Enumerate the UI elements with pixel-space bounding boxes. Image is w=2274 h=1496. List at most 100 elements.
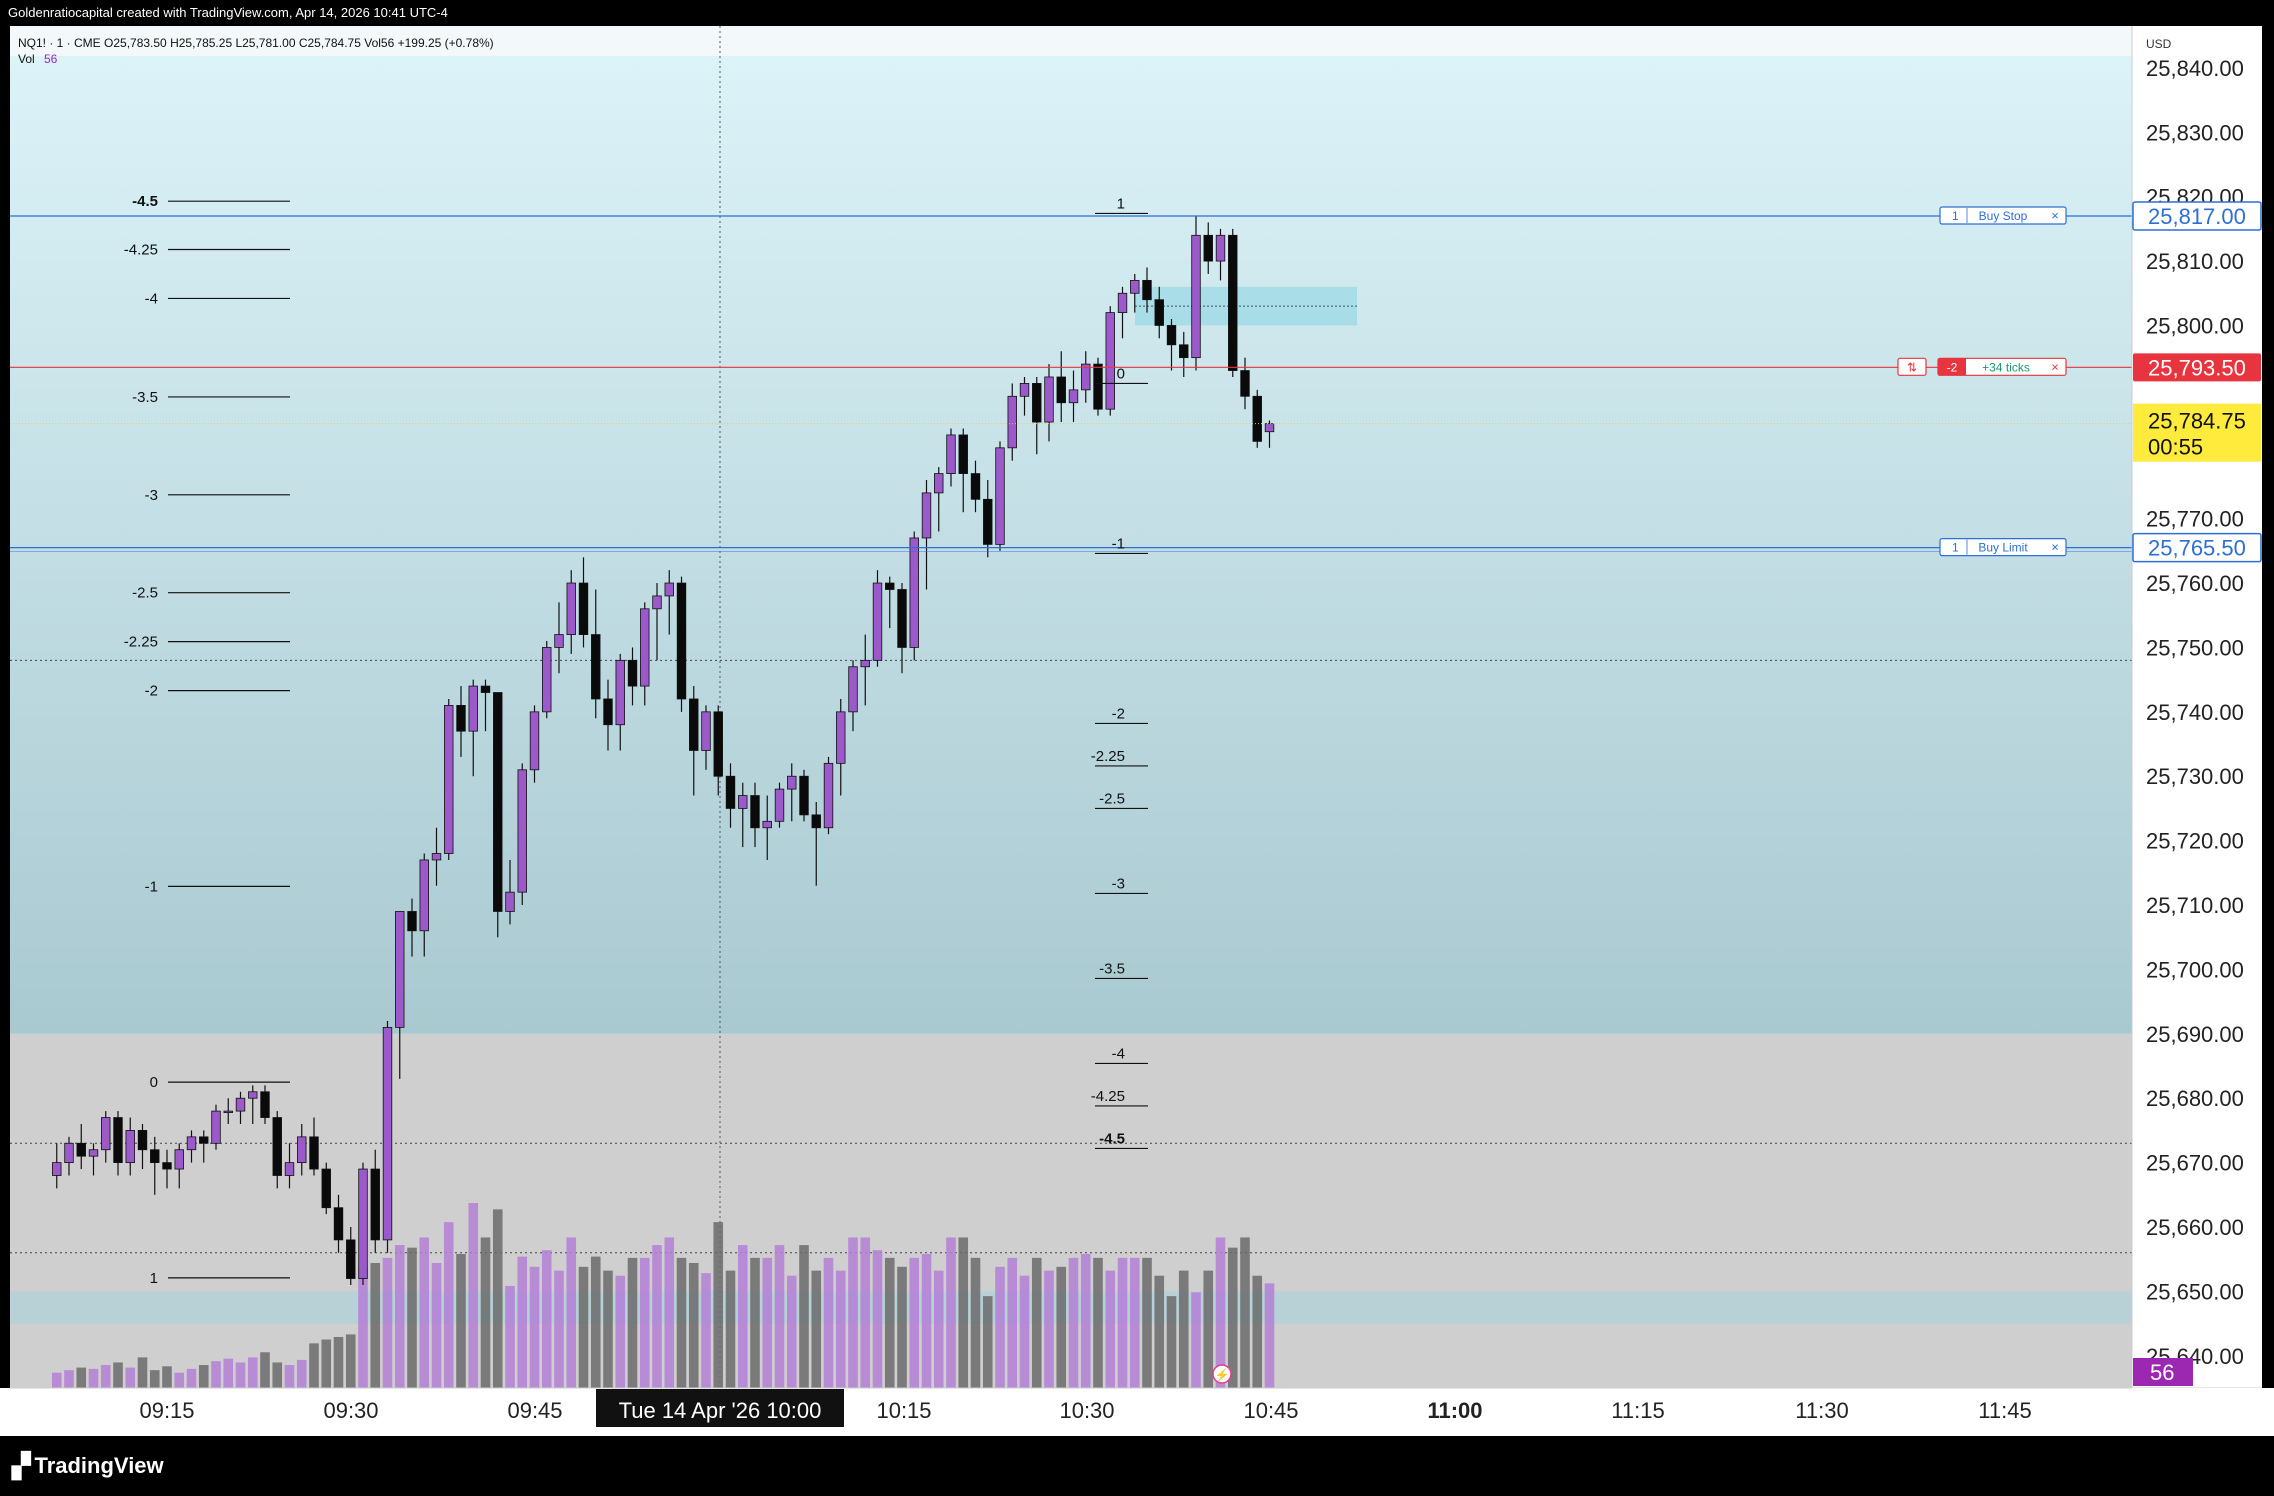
candle[interactable]: [162, 1162, 172, 1170]
candle[interactable]: [125, 1130, 135, 1164]
candle[interactable]: [921, 492, 932, 539]
buy-limit-price-badge[interactable]: 25,765.50: [2132, 532, 2262, 563]
candle[interactable]: [823, 762, 834, 829]
candle[interactable]: [199, 1136, 209, 1144]
candle[interactable]: [468, 685, 478, 732]
candle[interactable]: [235, 1097, 246, 1112]
position-order[interactable]: ⇅ -2 +34 ticks ×: [1897, 357, 2067, 376]
candle[interactable]: [787, 775, 797, 790]
candle[interactable]: [444, 705, 454, 854]
candle[interactable]: [309, 1136, 319, 1170]
candle[interactable]: [1215, 234, 1226, 262]
candle[interactable]: [738, 795, 748, 809]
candle[interactable]: [995, 447, 1005, 545]
candle[interactable]: [627, 659, 638, 687]
candle[interactable]: [1032, 383, 1042, 423]
candle[interactable]: [872, 582, 883, 661]
candle[interactable]: [88, 1149, 99, 1157]
candle[interactable]: [505, 891, 515, 912]
candle[interactable]: [493, 692, 503, 912]
candle[interactable]: [836, 711, 846, 764]
position-price-badge[interactable]: 25,793.50: [2133, 353, 2261, 382]
candle[interactable]: [1154, 299, 1164, 326]
candle[interactable]: [713, 711, 723, 777]
candle[interactable]: [664, 582, 674, 597]
volume-badge[interactable]: 56: [2133, 1358, 2193, 1386]
candle[interactable]: [1264, 423, 1275, 433]
candle[interactable]: [174, 1149, 184, 1170]
candle[interactable]: [358, 1168, 368, 1279]
candle[interactable]: [591, 634, 601, 700]
candle[interactable]: [799, 775, 809, 816]
candle[interactable]: [395, 911, 405, 1028]
candle[interactable]: [1044, 376, 1054, 423]
candle[interactable]: [137, 1130, 148, 1151]
candle[interactable]: [554, 634, 564, 648]
candle[interactable]: [750, 795, 760, 829]
candle[interactable]: [1240, 370, 1250, 397]
tradingview-logo[interactable]: ▞ TradingView: [12, 1448, 164, 1484]
candle[interactable]: [1166, 325, 1177, 346]
candle[interactable]: [970, 473, 981, 500]
candle[interactable]: [615, 659, 625, 726]
candle[interactable]: [419, 859, 429, 932]
candle[interactable]: [1019, 383, 1030, 397]
candle[interactable]: [272, 1117, 282, 1176]
candle[interactable]: [321, 1168, 331, 1209]
candle[interactable]: [517, 769, 527, 893]
candle[interactable]: [1228, 234, 1238, 371]
candle[interactable]: [431, 853, 442, 861]
candle[interactable]: [1142, 279, 1152, 301]
candle[interactable]: [725, 775, 736, 809]
candle[interactable]: [1191, 234, 1201, 359]
candle[interactable]: [603, 698, 613, 726]
candle[interactable]: [297, 1136, 307, 1164]
candle[interactable]: [186, 1136, 197, 1151]
buy-stop-order[interactable]: 1 Buy Stop ×: [1939, 206, 2067, 225]
candle[interactable]: [958, 434, 968, 474]
candle[interactable]: [1093, 363, 1103, 410]
candle[interactable]: [76, 1142, 86, 1157]
candle[interactable]: [701, 711, 711, 751]
candle[interactable]: [211, 1110, 221, 1144]
candle[interactable]: [370, 1168, 380, 1241]
candle[interactable]: [934, 473, 944, 494]
candle[interactable]: [333, 1207, 344, 1241]
candle[interactable]: [689, 698, 699, 751]
buy-stop-price-badge[interactable]: 25,817.00: [2132, 201, 2262, 231]
candle[interactable]: [1203, 234, 1213, 262]
candle[interactable]: [480, 685, 491, 693]
candle[interactable]: [1179, 344, 1189, 359]
candle[interactable]: [811, 814, 821, 829]
candle[interactable]: [652, 595, 662, 610]
candle[interactable]: [566, 582, 576, 635]
candle[interactable]: [909, 537, 919, 648]
candle[interactable]: [860, 659, 870, 668]
candle[interactable]: [64, 1142, 74, 1164]
candle[interactable]: [676, 582, 687, 700]
candle[interactable]: [897, 589, 907, 648]
candle[interactable]: [640, 608, 650, 687]
candle[interactable]: [223, 1110, 233, 1113]
candle[interactable]: [1007, 395, 1017, 449]
candle[interactable]: [1068, 389, 1079, 404]
candle[interactable]: [1105, 312, 1115, 410]
candle[interactable]: [848, 666, 858, 713]
chart-canvas[interactable]: -4.5 -4.25 -4 -3.5 -3 -2.5 -2.25 -2 -1 0 1 1 0 -1 -2 -2…: [0, 0, 2274, 1496]
buy-limit-order[interactable]: 1 Buy Limit ×: [1939, 538, 2067, 557]
candle[interactable]: [762, 820, 772, 829]
last-price-badge[interactable]: 25,784.7500:55: [2133, 403, 2261, 462]
candle[interactable]: [1117, 292, 1128, 313]
candle[interactable]: [150, 1149, 160, 1164]
candle[interactable]: [542, 647, 552, 713]
alert-lightning-icon[interactable]: ⚡: [1212, 1364, 1232, 1384]
candle[interactable]: [774, 788, 785, 822]
candle[interactable]: [52, 1162, 62, 1176]
candle[interactable]: [1056, 376, 1066, 404]
candle[interactable]: [578, 582, 589, 635]
candle[interactable]: [284, 1162, 295, 1176]
candle[interactable]: [983, 498, 993, 545]
candle[interactable]: [1130, 279, 1140, 294]
candle[interactable]: [456, 705, 466, 732]
candle[interactable]: [1252, 395, 1262, 442]
